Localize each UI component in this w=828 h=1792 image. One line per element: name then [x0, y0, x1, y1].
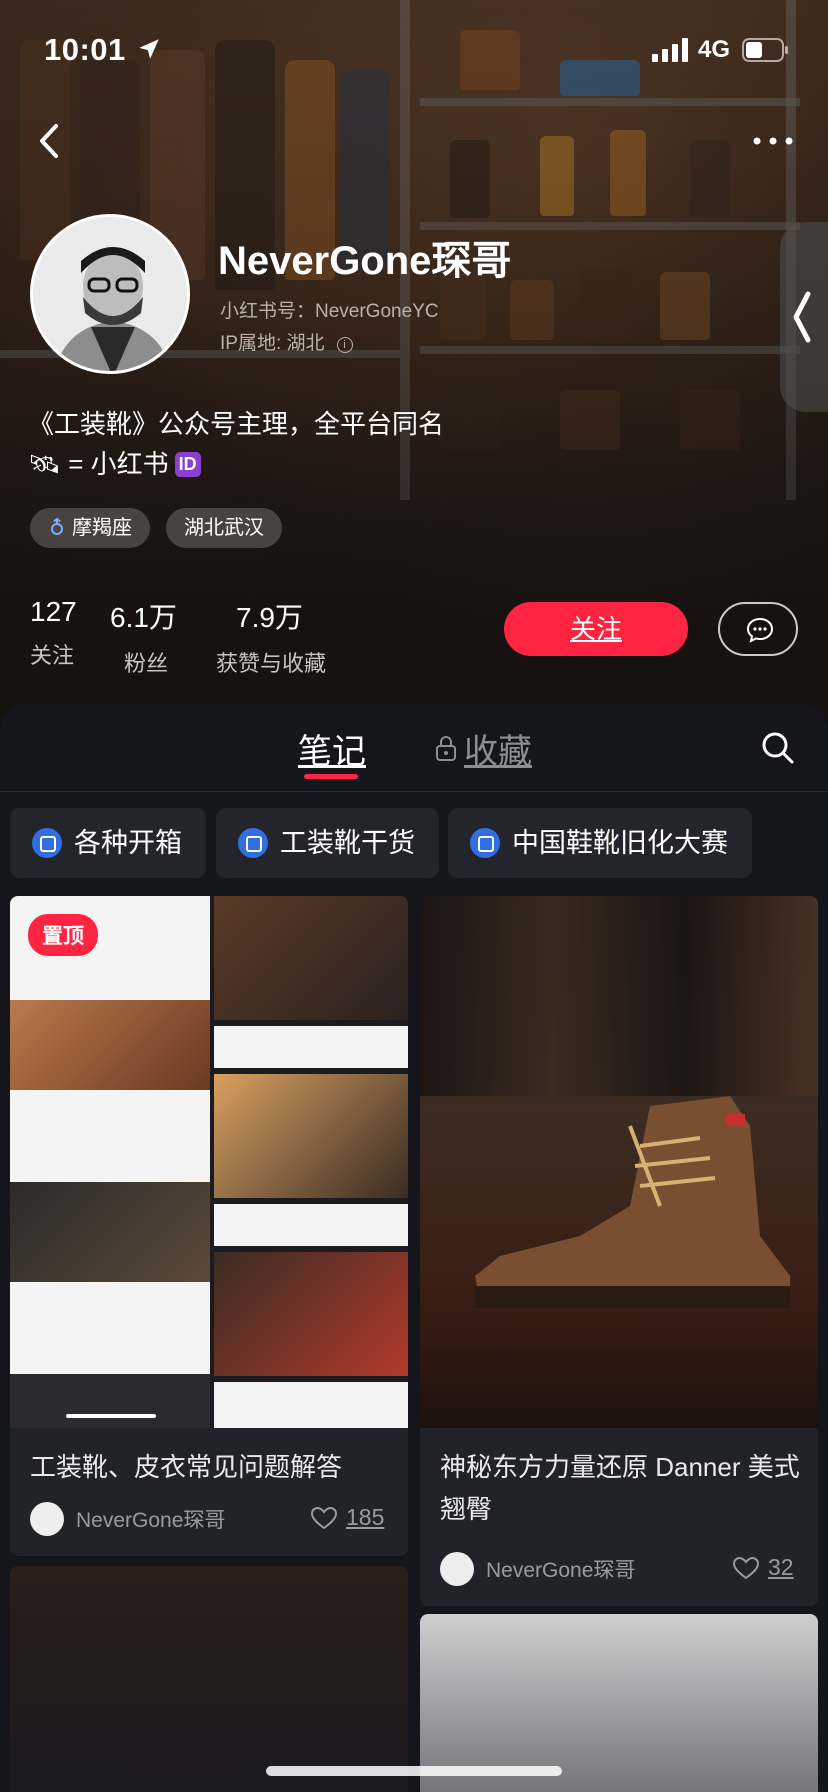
author-avatar: [30, 1502, 64, 1536]
tag-location-label: 湖北武汉: [184, 517, 264, 539]
note-card[interactable]: 神秘东方力量还原 Danner 美式翘臀 NeverGone琛哥 32: [420, 896, 818, 1606]
chat-bubble-icon: [746, 617, 774, 643]
home-indicator[interactable]: [266, 1766, 562, 1776]
collection-chip-boot-tips[interactable]: 工装靴干货: [216, 808, 439, 878]
stat-likes-label: 获赞与收藏: [216, 651, 327, 676]
bio-line-2: 🛰 = 小红书 ID: [28, 444, 201, 481]
collection-chip-label: 各种开箱: [74, 828, 182, 858]
notes-panel: 笔记 收藏 各种开箱 工装靴干货 中国鞋靴旧化大赛 置顶 工装靴、皮衣常见问题解…: [0, 704, 828, 1792]
stat-followers-label: 粉丝: [124, 651, 169, 676]
signal-icon: [652, 38, 688, 62]
active-tab-indicator: [304, 774, 358, 779]
ip-location-text: IP属地: 湖北: [220, 333, 325, 354]
location-arrow-icon: [139, 39, 159, 59]
tag-zodiac[interactable]: 摩羯座: [30, 508, 150, 548]
boot-illustration: [475, 1096, 790, 1308]
message-button[interactable]: [718, 602, 798, 656]
note-card-pinned[interactable]: 置顶 工装靴、皮衣常见问题解答 NeverGone琛哥 185: [10, 896, 408, 1556]
note-author[interactable]: NeverGone琛哥: [30, 1502, 225, 1536]
back-arrow-icon[interactable]: [30, 118, 70, 164]
male-gender-icon: [51, 518, 63, 535]
note-title: 工装靴、皮衣常见问题解答: [30, 1452, 343, 1482]
bio-line-2-text: 🛰 = 小红书: [28, 449, 169, 479]
tab-bar: 笔记 收藏: [0, 704, 828, 792]
collection-icon: [238, 828, 268, 858]
stat-following-label: 关注: [30, 643, 75, 668]
more-options-icon[interactable]: [748, 126, 798, 156]
tab-favorites[interactable]: 收藏: [434, 724, 532, 773]
note-cover-image: [420, 896, 818, 1428]
collection-icon: [32, 828, 62, 858]
redbook-id: 小红书号：NeverGoneYC: [220, 301, 439, 322]
note-card[interactable]: [10, 1566, 408, 1792]
profile-name: NeverGone琛哥: [218, 239, 512, 283]
author-name: NeverGone琛哥: [76, 1509, 226, 1532]
side-drawer-handle[interactable]: [780, 222, 828, 412]
like-button[interactable]: 32: [732, 1554, 794, 1581]
battery-icon: [742, 38, 788, 62]
pinned-badge: 置顶: [28, 914, 98, 956]
like-count: 32: [768, 1554, 794, 1580]
stat-following-value: 127: [30, 596, 77, 627]
status-bar: 10:01 4G: [0, 30, 828, 70]
author-avatar: [440, 1552, 474, 1586]
avatar-portrait-icon: [33, 217, 187, 371]
bio-line-1: 《工装靴》公众号主理，全平台同名: [28, 409, 445, 439]
heart-icon: [310, 1506, 338, 1529]
network-type: 4G: [698, 36, 731, 63]
collection-chip-label: 工装靴干货: [280, 828, 415, 858]
ip-location: IP属地: 湖北 i: [220, 328, 353, 355]
collection-chip-unboxing[interactable]: 各种开箱: [10, 808, 206, 878]
like-count: 185: [346, 1504, 385, 1530]
note-title: 神秘东方力量还原 Danner 美式翘臀: [440, 1452, 800, 1524]
status-time: 10:01: [44, 32, 126, 67]
stat-likes-value: 7.9万: [236, 602, 303, 633]
collection-chip-aging-contest[interactable]: 中国鞋靴旧化大赛: [448, 808, 752, 878]
heart-icon: [732, 1556, 760, 1579]
follow-button[interactable]: 关注: [504, 602, 688, 656]
search-icon[interactable]: [760, 730, 796, 766]
stat-followers-value: 6.1万: [110, 602, 177, 633]
note-cover-collage: [10, 896, 408, 1428]
like-button[interactable]: 185: [310, 1504, 384, 1531]
tag-zodiac-label: 摩羯座: [72, 517, 132, 539]
profile-avatar[interactable]: [30, 214, 190, 374]
tab-notes[interactable]: 笔记: [298, 724, 366, 773]
info-icon[interactable]: i: [336, 337, 353, 353]
id-emoji-badge: ID: [174, 452, 201, 477]
note-author[interactable]: NeverGone琛哥: [440, 1552, 635, 1586]
stat-following[interactable]: 127 关注: [30, 596, 77, 670]
collection-chip-label: 中国鞋靴旧化大赛: [512, 828, 728, 858]
tab-favorites-label: 收藏: [464, 733, 532, 771]
stat-likes[interactable]: 7.9万 获赞与收藏: [216, 596, 326, 678]
tag-location[interactable]: 湖北武汉: [166, 508, 282, 548]
chevron-left-icon: [793, 291, 811, 343]
stat-followers[interactable]: 6.1万 粉丝: [110, 596, 177, 678]
collection-icon: [470, 828, 500, 858]
author-name: NeverGone琛哥: [486, 1559, 636, 1582]
